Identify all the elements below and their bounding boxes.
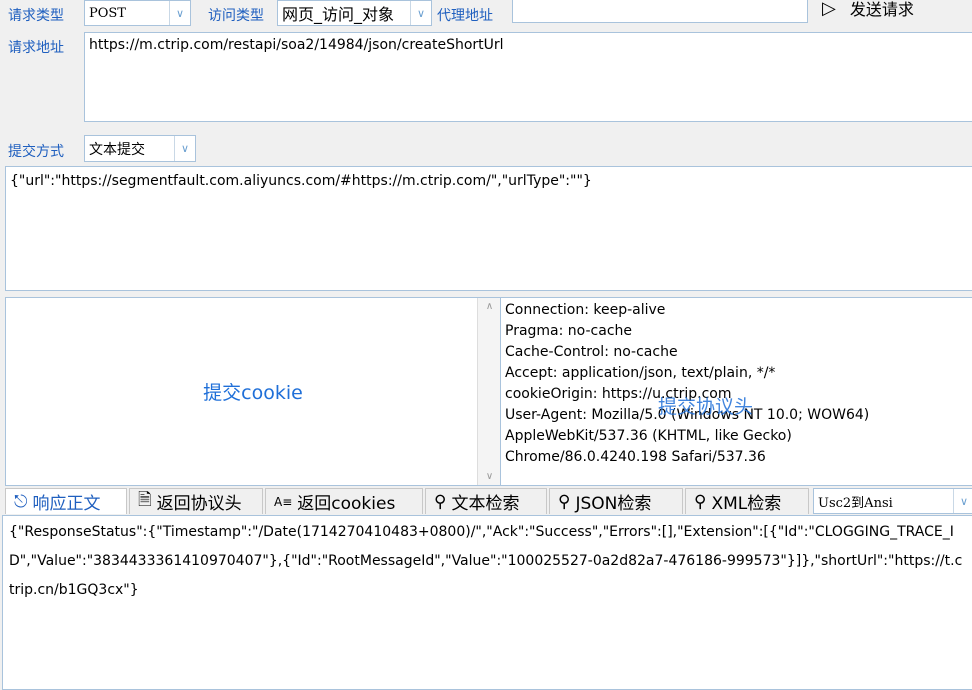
header-line: Accept: application/json, text/plain, */… [505,365,776,381]
headers-textarea[interactable]: Connection: keep-alive Pragma: no-cache … [500,297,972,486]
cookie-list-icon: A≡ [274,494,293,509]
chevron-down-icon: ∨ [953,489,972,513]
access-type-label: 访问类型 [208,8,264,24]
search-icon: ⚲ [558,491,571,512]
tab-json-search[interactable]: ⚲ JSON检索 [549,488,683,514]
tab-label: 返回cookies [297,494,396,514]
tab-label: 文本检索 [451,494,520,514]
chevron-down-icon: ∨ [410,1,431,25]
tab-response-headers[interactable]: 🗎 返回协议头 [129,488,263,514]
scroll-down-icon[interactable]: ∨ [478,471,501,482]
scroll-up-icon[interactable]: ∧ [478,301,501,312]
header-line: AppleWebKit/537.36 (KHTML, like Gecko) [505,428,792,444]
tab-label: JSON检索 [575,494,652,514]
header-line: Cache-Control: no-cache [505,344,678,360]
url-label: 请求地址 [8,40,64,56]
chevron-down-icon: ∨ [174,136,195,161]
response-body-textarea[interactable]: {"ResponseStatus":{"Timestamp":"/Date(17… [2,515,972,690]
request-body-textarea[interactable]: {"url":"https://segmentfault.com.aliyunc… [5,166,972,291]
tab-text-search[interactable]: ⚲ 文本检索 [425,488,547,514]
play-icon: ▷ [822,0,836,19]
cookie-textarea[interactable]: 提交cookie [5,297,501,486]
request-type-select[interactable]: POST ∨ [84,0,191,26]
proxy-label: 代理地址 [437,8,493,24]
response-icon: ⎋ [14,491,28,512]
tab-label: XML检索 [711,494,782,514]
request-type-value: POST [89,5,126,21]
cookie-placeholder: 提交cookie [203,382,303,404]
header-line: Chrome/86.0.4240.198 Safari/537.36 [505,449,766,465]
search-icon: ⚲ [434,491,447,512]
tab-label: 响应正文 [32,494,101,514]
document-icon: 🗎 [138,490,152,510]
tab-xml-search[interactable]: ⚲ XML检索 [685,488,809,514]
access-type-select[interactable]: 网页_访问_对象 ∨ [277,0,432,26]
chevron-down-icon: ∨ [169,1,190,25]
encoding-select[interactable]: Usc2到Ansi ∨ [813,488,972,514]
send-request-button[interactable]: ▷ 发送请求 [822,0,914,20]
encoding-value: Usc2到Ansi [818,495,893,511]
proxy-input[interactable] [512,0,808,23]
submit-method-select[interactable]: 文本提交 ∨ [84,135,196,162]
header-line: Pragma: no-cache [505,323,633,339]
header-line: Connection: keep-alive [505,302,666,318]
search-icon: ⚲ [694,491,707,512]
tab-response-cookies[interactable]: A≡ 返回cookies [265,488,423,514]
headers-scrollbar[interactable]: ∧ ∨ [477,298,501,485]
submit-method-label: 提交方式 [8,144,64,160]
submit-method-value: 文本提交 [89,141,145,158]
tab-response-body[interactable]: ⎋ 响应正文 [5,488,127,514]
send-label: 发送请求 [849,0,914,19]
headers-placeholder: 提交协议头 [658,396,754,418]
url-textarea[interactable]: https://m.ctrip.com/restapi/soa2/14984/j… [84,32,972,122]
access-type-value: 网页_访问_对象 [282,5,395,24]
tab-label: 返回协议头 [156,494,242,514]
request-type-label: 请求类型 [8,8,64,24]
